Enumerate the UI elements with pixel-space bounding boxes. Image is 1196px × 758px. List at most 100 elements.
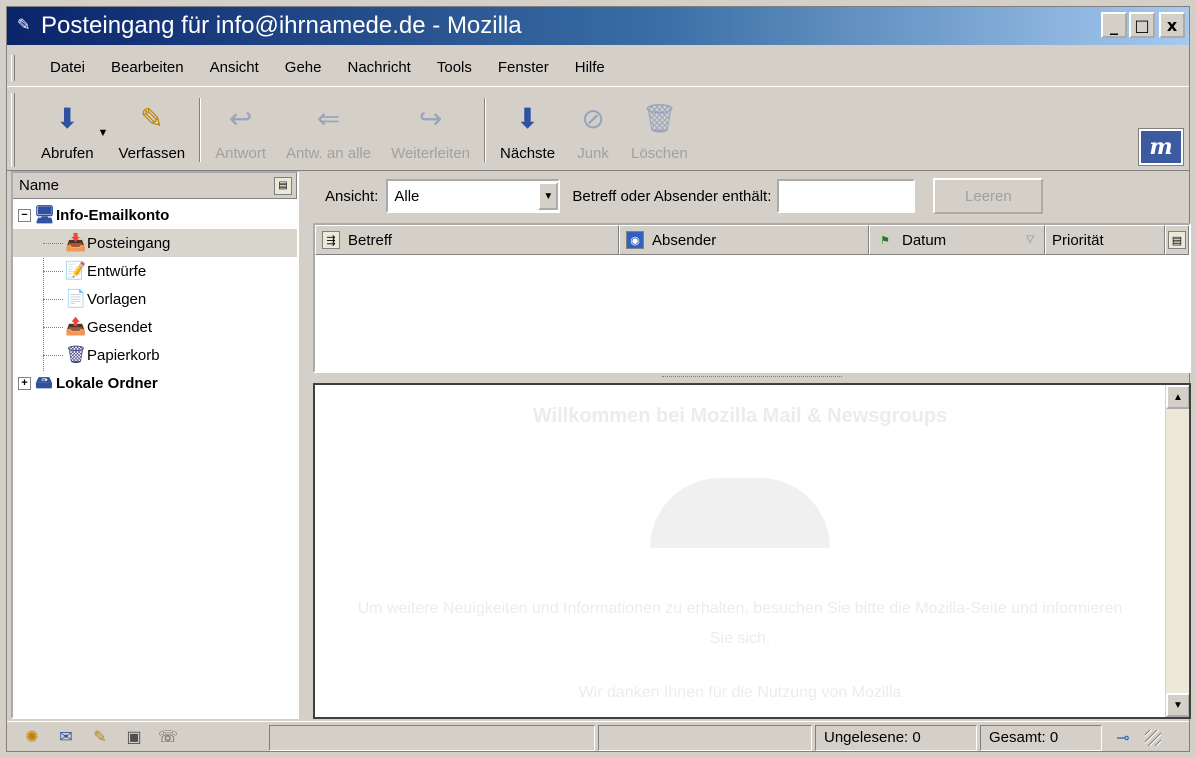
local-folders-row[interactable]: + 🖴 Lokale Ordner <box>13 369 297 397</box>
menu-hilfe[interactable]: Hilfe <box>564 55 616 80</box>
maximize-button[interactable]: □ <box>1129 12 1155 38</box>
online-status-icon[interactable]: ⊸ <box>1105 728 1141 748</box>
sort-descending-icon: ▽ <box>1026 234 1034 245</box>
column-subject[interactable]: ⇶ Betreff <box>315 225 619 255</box>
compose-label: Verfassen <box>118 145 186 162</box>
welcome-text: Um weitere Neuigkeiten und Informationen… <box>357 600 1123 647</box>
clear-search-button[interactable]: Leeren <box>933 178 1044 214</box>
local-folders-name: Lokale Ordner <box>56 374 158 392</box>
view-label: Ansicht: <box>325 187 379 205</box>
inbox-icon: 📥 <box>65 233 87 252</box>
welcome-thanks: Wir danken Ihnen für die Nutzung von Moz… <box>578 684 902 701</box>
welcome-title: Willkommen bei Mozilla Mail & Newsgroups <box>532 405 948 427</box>
addressbook-icon[interactable]: ▣ <box>123 727 145 749</box>
trash-folder-icon: 🗑 <box>65 345 87 364</box>
account-row[interactable]: − 🖥 Info-Emailkonto <box>13 201 297 229</box>
account-icon: 🖥 <box>34 205 56 224</box>
next-arrow-icon: ⬇ <box>515 103 540 134</box>
get-mail-button[interactable]: ⬇ Abrufen <box>31 92 104 170</box>
component-bar: ✺ ✉ ✎ ▣ ☏ <box>7 727 269 749</box>
column-sender-label: Absender <box>652 231 717 249</box>
menu-nachricht[interactable]: Nachricht <box>337 55 422 80</box>
folder-drafts[interactable]: 📝 Entwürfe <box>13 257 297 285</box>
scroll-down-icon[interactable]: ▼ <box>1166 693 1189 717</box>
minimize-button[interactable]: _ <box>1101 12 1127 38</box>
preview-scrollbar[interactable]: ▲ ▼ <box>1165 385 1189 717</box>
view-select[interactable]: Alle ▼ <box>386 179 561 213</box>
flag-icon[interactable]: ⚑ <box>876 231 894 249</box>
compose-button[interactable]: ✎ Verfassen <box>108 92 195 170</box>
close-button[interactable]: x <box>1159 12 1185 38</box>
menu-fenster[interactable]: Fenster <box>487 55 560 80</box>
column-picker-icon[interactable]: ▤ <box>274 176 292 195</box>
delete-label: Löschen <box>631 145 688 162</box>
search-bar: Ansicht: Alle ▼ Betreff oder Absender en… <box>313 171 1191 221</box>
reply-all-label: Antw. an alle <box>286 145 372 162</box>
message-area: Ansicht: Alle ▼ Betreff oder Absender en… <box>313 171 1191 719</box>
expand-icon[interactable]: + <box>18 376 31 390</box>
folder-templates[interactable]: 📄 Vorlagen <box>13 285 297 313</box>
get-mail-label: Abrufen <box>41 145 94 162</box>
menu-tools[interactable]: Tools <box>426 55 483 80</box>
mail-toolbar: ⬇ Abrufen ▼ ✎ Verfassen ↩ Antwort ⇐ Antw… <box>7 89 1189 171</box>
delete-button[interactable]: 🗑 Löschen <box>621 92 698 170</box>
column-picker-icon[interactable]: ▤ <box>1168 231 1186 249</box>
folder-label: Gesendet <box>87 318 153 336</box>
menu-datei[interactable]: Datei <box>39 55 96 80</box>
toolbar-separator <box>199 98 202 162</box>
read-status-icon[interactable]: ◉ <box>626 231 644 249</box>
folder-inbox[interactable]: 📥 Posteingang <box>13 229 297 257</box>
column-priority[interactable]: Priorität <box>1045 225 1165 255</box>
scroll-up-icon[interactable]: ▲ <box>1166 385 1189 409</box>
folder-column-header[interactable]: Name ▤ <box>13 173 297 199</box>
folder-trash[interactable]: 🗑 Papierkorb <box>13 341 297 369</box>
reply-icon: ↩ <box>228 103 253 134</box>
sent-icon: 📤 <box>65 317 87 336</box>
forward-label: Weiterleiten <box>391 145 471 162</box>
collapse-icon[interactable]: − <box>18 208 31 222</box>
mail-icon[interactable]: ✉ <box>55 727 77 749</box>
mozilla-throbber-logo[interactable]: m <box>1138 128 1184 166</box>
message-list[interactable]: ⇶ Betreff ◉ Absender ⚑ Datum ▽ Priorität… <box>313 223 1191 373</box>
get-mail-icon: ⬇ <box>55 103 79 134</box>
title-bar[interactable]: ✎ Posteingang für info@ihrnamede.de - Mo… <box>7 7 1189 45</box>
resize-gripper[interactable] <box>1145 729 1161 746</box>
chat-icon[interactable]: ☏ <box>157 727 179 749</box>
pane-splitter-horizontal[interactable] <box>313 373 1191 383</box>
junk-button[interactable]: ⊘ Junk <box>565 92 621 170</box>
menu-bearbeiten[interactable]: Bearbeiten <box>100 55 195 80</box>
next-button[interactable]: ⬇ Nächste <box>490 92 565 170</box>
start-page: Willkommen bei Mozilla Mail & Newsgroups… <box>315 385 1165 717</box>
folder-pane: Name ▤ − 🖥 Info-Emailkonto 📥 Posteingang… <box>11 171 299 719</box>
composer-icon[interactable]: ✎ <box>89 727 111 749</box>
menu-bar: Datei Bearbeiten Ansicht Gehe Nachricht … <box>7 49 1189 87</box>
mozilla-logo <box>640 458 840 558</box>
menu-ansicht[interactable]: Ansicht <box>199 55 270 80</box>
toolbar-grip[interactable] <box>11 93 15 167</box>
browser-icon[interactable]: ✺ <box>21 727 43 749</box>
unread-count: Ungelesene: 0 <box>815 724 977 751</box>
column-sender[interactable]: ◉ Absender <box>619 225 869 255</box>
thread-icon[interactable]: ⇶ <box>322 231 340 249</box>
drafts-icon: 📝 <box>65 261 87 280</box>
column-date[interactable]: ⚑ Datum ▽ <box>869 225 1045 255</box>
message-preview[interactable]: Willkommen bei Mozilla Mail & Newsgroups… <box>313 383 1191 719</box>
search-input[interactable] <box>777 179 916 213</box>
folder-tree: − 🖥 Info-Emailkonto 📥 Posteingang 📝 Entw… <box>13 199 297 397</box>
reply-all-button[interactable]: ⇐ Antw. an alle <box>276 92 381 170</box>
menu-gehe[interactable]: Gehe <box>274 55 333 80</box>
pane-splitter-vertical[interactable] <box>301 171 309 719</box>
menubar-grip[interactable] <box>11 55 15 81</box>
forward-button[interactable]: ↪ Weiterleiten <box>381 92 480 170</box>
get-mail-dropdown-arrow[interactable]: ▼ <box>98 121 109 139</box>
column-picker[interactable]: ▤ <box>1165 225 1189 255</box>
trash-icon: 🗑 <box>641 103 678 134</box>
folder-sent[interactable]: 📤 Gesendet <box>13 313 297 341</box>
reply-button[interactable]: ↩ Antwort <box>205 92 276 170</box>
folder-label: Entwürfe <box>87 262 147 280</box>
chevron-down-icon[interactable]: ▼ <box>538 182 559 210</box>
total-count: Gesamt: 0 <box>980 724 1102 751</box>
message-list-header: ⇶ Betreff ◉ Absender ⚑ Datum ▽ Priorität… <box>315 225 1189 255</box>
mozilla-app-icon: ✎ <box>17 17 31 34</box>
splitter-grip <box>662 376 842 380</box>
